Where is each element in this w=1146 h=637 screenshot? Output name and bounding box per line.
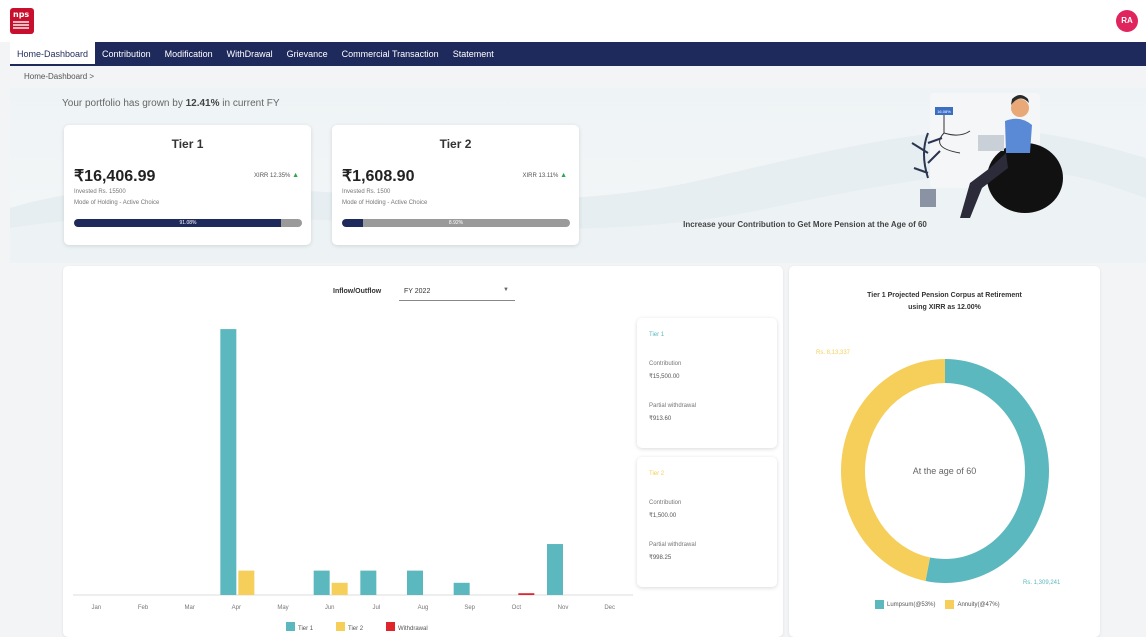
nav-contribution[interactable]: Contribution [95, 42, 158, 66]
legend-swatch [336, 622, 345, 631]
legend-label: Withdrawal [398, 626, 428, 632]
lumpsum-value-label: Rs. 1,309,241 [1023, 580, 1061, 586]
up-arrow-icon: ▲ [560, 172, 567, 179]
legend-swatch [286, 622, 295, 631]
tier2-title: Tier 2 [439, 137, 472, 151]
legend-annuity: Annuity(@47%) [957, 601, 1000, 608]
portfolio-growth-text: Your portfolio has grown by 12.41% in cu… [62, 98, 280, 109]
tier2-progress-bar: 8.92% [342, 219, 570, 227]
increase-contribution-text: Increase your Contribution to Get More P… [683, 220, 927, 229]
tier1-progress-bar: 91.08% [74, 219, 302, 227]
avatar[interactable]: RA [1116, 10, 1138, 32]
bar-tier-1 [547, 544, 563, 595]
tier1-title: Tier 1 [171, 137, 204, 151]
nav-withdrawal[interactable]: WithDrawal [220, 42, 280, 66]
fy-select-value: FY 2022 [404, 288, 431, 295]
tier2-invested: Invested Rs. 1500 [342, 189, 391, 195]
x-tick-label: Nov [558, 605, 569, 611]
tier2-card[interactable]: Tier 2 ₹1,608.90 XIRR 13.11% ▲ Invested … [332, 125, 579, 245]
tier2-summary-card: Tier 2 Contribution ₹1,500.00 Partial wi… [637, 457, 777, 587]
svg-text:16.08%: 16.08% [937, 109, 951, 114]
fy-select[interactable]: FY 2022 ▼ [399, 284, 515, 301]
x-tick-label: Oct [512, 605, 522, 611]
logo-lines [13, 21, 29, 23]
inflow-outflow-bar-chart: Jan Feb Mar Apr May Jun Jul Aug Sep Oct Nov Dec Tier… [73, 329, 633, 632]
legend-label: Tier 2 [348, 626, 364, 632]
person-on-beanbag-illustration: 16.08% [911, 93, 1063, 218]
donut-legend: Lumpsum(@53%) Annuity(@47%) [875, 600, 1000, 609]
annuity-value-label: Rs. 8,13,337 [816, 350, 851, 356]
tier2-progress-label: 8.92% [448, 220, 464, 226]
x-tick-label: Aug [418, 605, 429, 611]
x-tick-label: Sep [464, 605, 475, 611]
nav-modification[interactable]: Modification [158, 42, 220, 66]
bar-withdrawal [518, 593, 535, 595]
lumpsum-swatch [875, 600, 884, 609]
legend-label: Tier 1 [298, 626, 314, 632]
legend-swatch [386, 622, 395, 631]
tier2-contribution-label: Contribution [649, 500, 682, 506]
tier1-invested: Invested Rs. 15500 [74, 189, 126, 195]
bar-tier-1 [360, 570, 377, 595]
projected-corpus-panel: Tier 1 Projected Pension Corpus at Retir… [789, 266, 1100, 637]
annuity-swatch [945, 600, 955, 609]
tier1-contribution-value: ₹15,500.00 [649, 374, 680, 380]
top-bar: nps RA [0, 0, 1146, 42]
legend-lumpsum: Lumpsum(@53%) [887, 601, 936, 608]
nav-commercial-transaction[interactable]: Commercial Transaction [335, 42, 446, 66]
tier1-card[interactable]: Tier 1 ₹16,406.99 XIRR 12.35% ▲ Invested… [64, 125, 311, 245]
tier2-xirr: XIRR 13.11% ▲ [522, 172, 567, 179]
caret-down-icon: ▼ [503, 287, 509, 293]
up-arrow-icon: ▲ [292, 172, 299, 179]
tier2-withdrawal-label: Partial withdrawal [649, 542, 697, 548]
tier2-mode: Mode of Holding - Active Choice [342, 200, 428, 206]
donut-center-text: At the age of 60 [912, 466, 977, 476]
projected-corpus-title: Tier 1 Projected Pension Corpus at Retir… [867, 292, 1022, 311]
tier1-mode: Mode of Holding - Active Choice [74, 200, 160, 206]
bar-tier-1 [220, 329, 237, 595]
tier2-summary-title: Tier 2 [649, 471, 665, 477]
x-tick-label: Mar [184, 605, 194, 611]
logo-text: nps [13, 10, 30, 19]
bar-tier-2 [331, 582, 348, 595]
tier1-xirr: XIRR 12.35% ▲ [254, 172, 299, 179]
x-tick-label: May [277, 605, 288, 611]
x-tick-label: Feb [138, 605, 149, 611]
x-tick-label: Jun [325, 605, 335, 611]
tier2-amount: ₹1,608.90 [342, 168, 415, 185]
growth-percent: 12.41% [185, 98, 220, 109]
x-tick-label: Dec [604, 605, 615, 611]
tier2-contribution-value: ₹1,500.00 [649, 513, 677, 519]
main-nav: Home-Dashboard Contribution Modification… [10, 42, 1146, 66]
x-tick-label: Apr [232, 605, 241, 611]
tier1-summary-title: Tier 1 [649, 332, 665, 338]
bar-tier-2 [238, 570, 255, 595]
nav-home-dashboard[interactable]: Home-Dashboard [10, 42, 96, 66]
tier1-summary-card: Tier 1 Contribution ₹15,500.00 Partial w… [637, 318, 777, 448]
tier1-withdrawal-label: Partial withdrawal [649, 403, 697, 409]
tier1-progress-label: 91.08% [179, 220, 197, 226]
tier2-withdrawal-value: ₹998.25 [649, 555, 672, 561]
bar-tier-1 [453, 582, 470, 595]
x-tick-label: Jan [91, 605, 101, 611]
nps-logo[interactable]: nps [10, 8, 34, 34]
inflow-outflow-label: Inflow/Outflow [333, 288, 382, 295]
bar-tier-1 [313, 570, 330, 595]
tier1-withdrawal-value: ₹913.60 [649, 416, 672, 422]
tier1-contribution-label: Contribution [649, 361, 682, 367]
breadcrumb[interactable]: Home-Dashboard > [24, 72, 94, 81]
bar-tier-1 [407, 570, 423, 595]
tier1-amount: ₹16,406.99 [74, 168, 156, 185]
x-tick-label: Jul [372, 605, 380, 611]
nav-grievance[interactable]: Grievance [280, 42, 335, 66]
nav-statement[interactable]: Statement [446, 42, 501, 66]
